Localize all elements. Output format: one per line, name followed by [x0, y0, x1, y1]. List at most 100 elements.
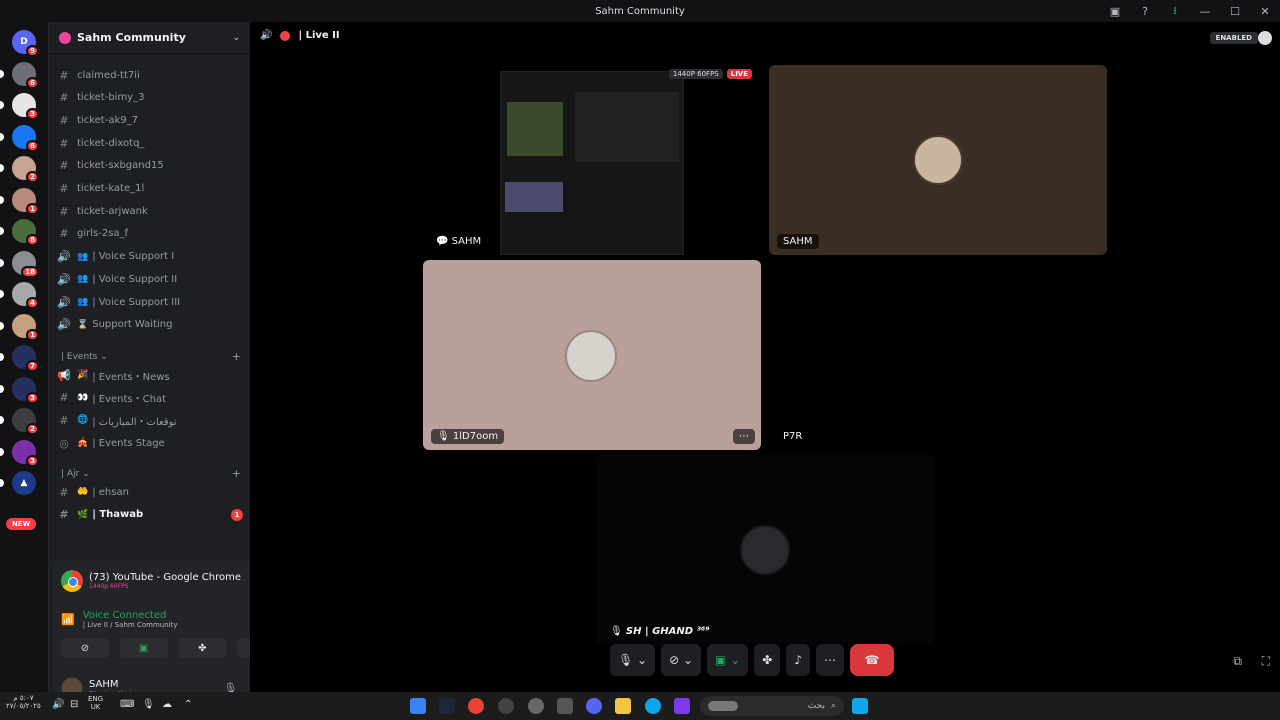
channel-item[interactable]: 🔊 ⌛ Support Waiting [57, 315, 243, 335]
clock[interactable]: ٥:٠٧ م ٢٧/٠٥/٢٠٢٥ [6, 694, 41, 710]
server-icon[interactable]: 8 [12, 219, 39, 246]
channel-item[interactable]: # 🌿 | Thawab 1 [57, 505, 243, 525]
channel-item[interactable]: # ticket-dixotq_ [57, 133, 243, 153]
store-icon[interactable] [557, 698, 573, 714]
mute-button[interactable]: 🎙 ⌄ [610, 644, 656, 676]
server-icon[interactable]: ▲ [12, 471, 36, 495]
taskbar: ٥:٠٧ م ٢٧/٠٥/٢٠٢٥ 🔊 ⊟ ENG UK ⌨ 🎙 ☁ ⌃ بحث… [0, 692, 1280, 720]
channel-item[interactable]: 🔊 👥 | Voice Support II [57, 269, 243, 289]
download-icon[interactable]: ⭳ [1160, 2, 1190, 21]
server-icon[interactable]: 7 [12, 345, 39, 372]
category-events[interactable]: | Events ⌄ + [61, 350, 241, 363]
channel-item[interactable]: # 🌐 | توقعات・المباريات [57, 410, 243, 430]
participant-tile[interactable]: 🎙 SH | GHAND ³⁶⁹ [596, 455, 934, 645]
channel-emoji-icon: 🎪 [77, 438, 89, 449]
channel-item[interactable]: # ticket-sxbgand15 [57, 156, 243, 176]
chat-bubble-icon[interactable] [1258, 31, 1272, 45]
settings-icon[interactable] [528, 698, 544, 714]
enabled-badge[interactable]: ENABLED [1209, 32, 1258, 44]
add-channel-icon[interactable]: + [232, 350, 241, 363]
maximize-button[interactable]: ☐ [1220, 5, 1250, 18]
server-icon[interactable]: 1 [12, 187, 39, 215]
username: SAHM [89, 678, 119, 690]
disconnect-button[interactable]: ☎ [850, 644, 894, 676]
channel-item[interactable]: 🔊 👥 | Voice Support I [57, 247, 243, 267]
tile-username: P7R [783, 431, 803, 442]
server-icon[interactable]: 6 [12, 124, 39, 152]
screen-share-button[interactable]: ▣ [119, 638, 168, 658]
unread-pip [0, 164, 4, 172]
app-icon[interactable] [410, 698, 426, 714]
chevron-up-icon[interactable]: ⌃ [184, 699, 192, 710]
stream-tile[interactable]: 1440P 60FPS LIVE 💬 SAHM [422, 65, 760, 255]
app-icon[interactable] [498, 698, 514, 714]
channel-item[interactable]: 📢 🎉 | Events・News [57, 365, 243, 385]
participant-tile[interactable]: 🎙 1lD7oom ⋯ [423, 260, 761, 450]
add-channel-icon[interactable]: + [232, 467, 241, 480]
new-badge[interactable]: NEW [6, 518, 37, 530]
network-icon[interactable]: ⊟ [70, 699, 78, 710]
help-icon[interactable]: ? [1130, 5, 1160, 18]
channel-name: | Events・News [92, 371, 170, 383]
channel-item[interactable]: ◎ 🎪 | Events Stage [57, 433, 243, 453]
hash-icon: # [59, 113, 69, 127]
fullscreen-icon[interactable]: ⛶ [1262, 654, 1270, 669]
screen-share-button[interactable]: ▣ ⌄ [707, 644, 749, 676]
windows-start-icon[interactable] [852, 698, 868, 714]
tile-username: SAHM [451, 236, 482, 247]
server-icon[interactable]: 3 [12, 93, 39, 120]
inbox-icon[interactable]: ▣ [1100, 5, 1130, 18]
channel-item[interactable]: # ticket-kate_1l [57, 179, 243, 199]
server-icon[interactable]: 6 [12, 61, 39, 89]
unread-pip [0, 258, 4, 267]
guild-header[interactable]: Sahm Community ⌄ [49, 22, 250, 54]
search-box[interactable]: بحث ⌕ [700, 696, 844, 716]
server-icon[interactable]: 1 [12, 313, 39, 341]
keyboard-icon[interactable]: ⌨ [120, 699, 134, 710]
channel-item[interactable]: # ticket-ak9_7 [57, 110, 243, 130]
steam-icon[interactable] [439, 698, 455, 714]
channel-item[interactable]: 🔊 👥 | Voice Support III [57, 292, 243, 312]
camera-button[interactable]: ⊘ ⌄ [661, 644, 702, 676]
channel-name: ticket-bimy_3 [77, 92, 145, 104]
language-indicator[interactable]: ENG UK [88, 695, 103, 711]
activities-button[interactable]: ✤ [754, 644, 781, 676]
soundboard-button[interactable]: ♪ [786, 644, 810, 676]
close-button[interactable]: ✕ [1250, 5, 1280, 18]
chrome-icon[interactable] [468, 698, 484, 714]
participant-tile[interactable]: SAHM [769, 65, 1107, 255]
channel-item[interactable]: # girls-2sa_f [57, 224, 243, 244]
discord-icon[interactable] [586, 698, 602, 714]
channel-item[interactable]: # 🤲 | ehsan [57, 482, 243, 502]
unread-pip [0, 321, 4, 330]
volume-icon[interactable]: 🔊 [52, 699, 64, 710]
mic-icon[interactable]: 🎙 [142, 699, 155, 710]
server-icon[interactable]: 3 [12, 439, 39, 467]
camera-off-button[interactable]: ⊘ [61, 638, 109, 658]
voice-channel[interactable]: | Live II / Sahm Community [83, 621, 178, 629]
server-icon[interactable]: 18 [12, 250, 39, 278]
folder-icon[interactable] [615, 698, 631, 714]
server-icon[interactable]: 2 [12, 156, 39, 183]
minimize-button[interactable]: — [1190, 5, 1220, 18]
more-button[interactable]: ⋯ [816, 644, 844, 676]
signal-icon[interactable]: 📶 [61, 613, 75, 626]
activities-button[interactable]: ✤ [178, 638, 227, 658]
unread-pip [0, 416, 4, 424]
popout-icon[interactable]: ⧉ [1233, 654, 1242, 669]
category-ajr[interactable]: | Ajr ⌄ + [61, 467, 241, 480]
server-icon[interactable]: 4 [12, 282, 39, 309]
channel-item[interactable]: # 👀 | Events・Chat [57, 388, 243, 408]
channel-item[interactable]: # claimed-tt7ii [57, 65, 243, 85]
app-icon[interactable] [674, 698, 690, 714]
server-icon[interactable]: 2 [12, 408, 39, 435]
server-icon[interactable]: 3 [12, 376, 39, 404]
edge-icon[interactable] [645, 698, 661, 714]
participant-tile[interactable]: P7R [769, 260, 1107, 450]
cloud-icon[interactable]: ☁ [162, 699, 172, 710]
channel-item[interactable]: # ticket-arjwank [57, 201, 243, 221]
channel-item[interactable]: # ticket-bimy_3 [57, 88, 243, 108]
more-options-icon[interactable]: ⋯ [733, 429, 755, 444]
server-icon[interactable]: D9 [12, 30, 39, 57]
speaker-icon: 🔊 [260, 30, 273, 41]
